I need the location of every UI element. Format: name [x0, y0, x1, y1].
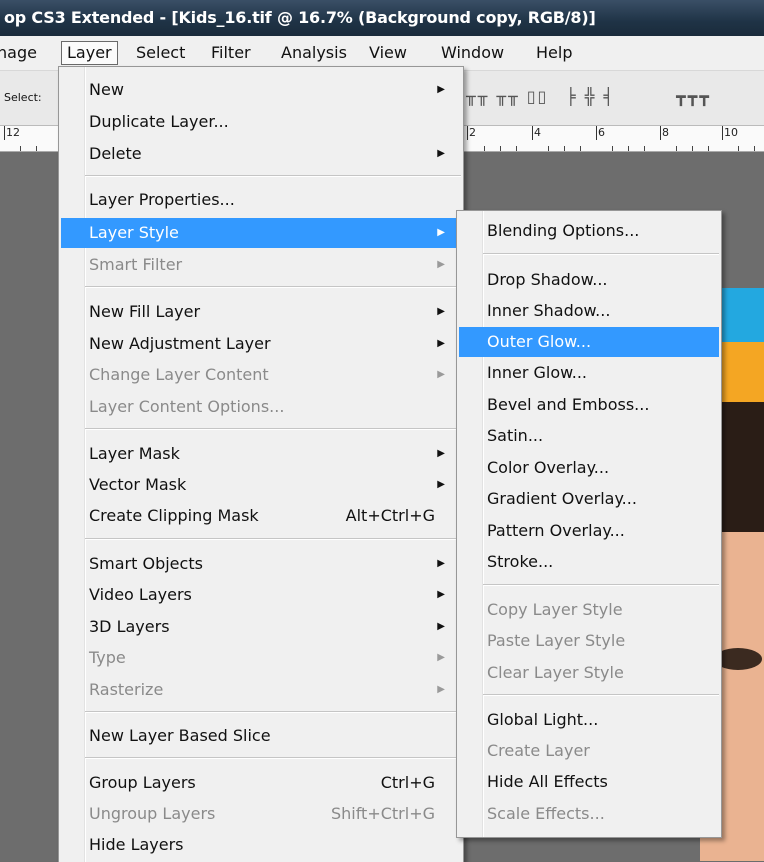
menu-item-inner-glow[interactable]: Inner Glow... [459, 358, 719, 388]
submenu-arrow-icon: ▶ [437, 589, 445, 600]
menu-item-delete[interactable]: Delete ▶ [61, 139, 461, 169]
submenu-arrow-icon: ▶ [437, 479, 445, 490]
menu-help[interactable]: Help [531, 42, 577, 64]
ruler-label: 6 [596, 126, 605, 140]
menu-item-new[interactable]: New ▶ [61, 75, 461, 105]
menu-item-create-clipping-mask[interactable]: Create Clipping Mask Alt+Ctrl+G [61, 501, 461, 531]
menu-item-vector-mask[interactable]: Vector Mask ▶ [61, 470, 461, 500]
menu-item-create-layer[interactable]: Create Layer [459, 736, 719, 766]
submenu-arrow-icon: ▶ [437, 84, 445, 95]
menu-view[interactable]: View [364, 42, 412, 64]
menu-separator [85, 428, 461, 430]
menu-item-group-layers[interactable]: Group Layers Ctrl+G [61, 768, 461, 798]
layer-menu: New ▶ Duplicate Layer... Delete ▶ Layer Pr… [58, 66, 464, 862]
menu-item-blending-options[interactable]: Blending Options... [459, 216, 719, 246]
distribute-icons[interactable]: ╥╥ ╥╥ ▯▯ [466, 87, 548, 106]
submenu-arrow-icon: ▶ [437, 684, 445, 695]
submenu-arrow-icon: ▶ [437, 306, 445, 317]
submenu-arrow-icon: ▶ [437, 448, 445, 459]
menu-separator [483, 584, 719, 586]
submenu-arrow-icon: ▶ [437, 621, 445, 632]
ruler-label: 8 [660, 126, 669, 140]
menu-item-new-layer-based-slice[interactable]: New Layer Based Slice [61, 721, 461, 751]
menu-item-layer-style[interactable]: Layer Style ▶ [61, 218, 461, 248]
menu-item-clear-layer-style[interactable]: Clear Layer Style [459, 658, 719, 688]
menu-item-outer-glow[interactable]: Outer Glow... [459, 327, 719, 357]
menu-item-video-layers[interactable]: Video Layers ▶ [61, 580, 461, 610]
window-title: op CS3 Extended - [Kids_16.tif @ 16.7% (… [4, 8, 596, 27]
menu-item-scale-effects[interactable]: Scale Effects... [459, 799, 719, 829]
distribute-vertical-icons[interactable]: ┳┳┳ [676, 87, 711, 106]
submenu-arrow-icon: ▶ [437, 148, 445, 159]
menu-select[interactable]: Select [131, 42, 190, 64]
menu-item-smart-objects[interactable]: Smart Objects ▶ [61, 549, 461, 579]
menu-item-color-overlay[interactable]: Color Overlay... [459, 453, 719, 483]
menu-item-bevel-and-emboss[interactable]: Bevel and Emboss... [459, 390, 719, 420]
menu-separator [85, 711, 461, 713]
submenu-arrow-icon: ▶ [437, 652, 445, 663]
menu-item-paste-layer-style[interactable]: Paste Layer Style [459, 626, 719, 656]
select-label: Select: [4, 91, 42, 104]
ruler-label: 4 [532, 126, 541, 140]
menu-item-layer-properties[interactable]: Layer Properties... [61, 185, 461, 215]
menu-item-pattern-overlay[interactable]: Pattern Overlay... [459, 516, 719, 546]
menu-filter[interactable]: Filter [206, 42, 256, 64]
menu-separator [483, 694, 719, 696]
menu-item-type[interactable]: Type ▶ [61, 643, 461, 673]
submenu-arrow-icon: ▶ [437, 558, 445, 569]
menu-item-hide-all-effects[interactable]: Hide All Effects [459, 767, 719, 797]
submenu-arrow-icon: ▶ [437, 227, 445, 238]
menu-separator [483, 253, 719, 255]
menu-item-layer-content-options[interactable]: Layer Content Options... [61, 392, 461, 422]
menu-item-smart-filter[interactable]: Smart Filter ▶ [61, 250, 461, 280]
menu-item-inner-shadow[interactable]: Inner Shadow... [459, 296, 719, 326]
ruler-label: 12 [4, 126, 20, 140]
menu-item-ungroup-layers[interactable]: Ungroup Layers Shift+Ctrl+G [61, 799, 461, 829]
layer-style-submenu: Blending Options... Drop Shadow... Inner… [456, 210, 722, 838]
align-icons[interactable]: ╞ ╬ ╡ [566, 87, 615, 106]
menu-item-rasterize[interactable]: Rasterize ▶ [61, 675, 461, 705]
shortcut-text: Alt+Ctrl+G [345, 506, 435, 525]
menu-item-gradient-overlay[interactable]: Gradient Overlay... [459, 484, 719, 514]
menu-image[interactable]: nage [0, 42, 42, 64]
menu-item-copy-layer-style[interactable]: Copy Layer Style [459, 595, 719, 625]
menu-layer[interactable]: Layer [61, 41, 118, 65]
menu-item-global-light[interactable]: Global Light... [459, 705, 719, 735]
submenu-arrow-icon: ▶ [437, 259, 445, 270]
menu-item-new-fill-layer[interactable]: New Fill Layer ▶ [61, 297, 461, 327]
menu-separator [85, 286, 461, 288]
ruler-label: 2 [467, 126, 476, 140]
menu-window[interactable]: Window [436, 42, 509, 64]
menu-analysis[interactable]: Analysis [276, 42, 352, 64]
ruler-label: 10 [722, 126, 738, 140]
menu-item-3d-layers[interactable]: 3D Layers ▶ [61, 612, 461, 642]
submenu-arrow-icon: ▶ [437, 369, 445, 380]
menu-separator [85, 757, 461, 759]
menu-item-duplicate-layer[interactable]: Duplicate Layer... [61, 107, 461, 137]
menu-item-layer-mask[interactable]: Layer Mask ▶ [61, 439, 461, 469]
menu-item-change-layer-content[interactable]: Change Layer Content ▶ [61, 360, 461, 390]
menu-item-hide-layers[interactable]: Hide Layers [61, 830, 461, 860]
menu-separator [85, 175, 461, 177]
menu-item-new-adjustment-layer[interactable]: New Adjustment Layer ▶ [61, 329, 461, 359]
menu-item-satin[interactable]: Satin... [459, 421, 719, 451]
shortcut-text: Ctrl+G [380, 773, 435, 792]
menu-separator [85, 538, 461, 540]
menu-item-stroke[interactable]: Stroke... [459, 547, 719, 577]
submenu-arrow-icon: ▶ [437, 338, 445, 349]
menu-item-drop-shadow[interactable]: Drop Shadow... [459, 265, 719, 295]
title-bar: op CS3 Extended - [Kids_16.tif @ 16.7% (… [0, 0, 764, 36]
shortcut-text: Shift+Ctrl+G [330, 804, 435, 823]
